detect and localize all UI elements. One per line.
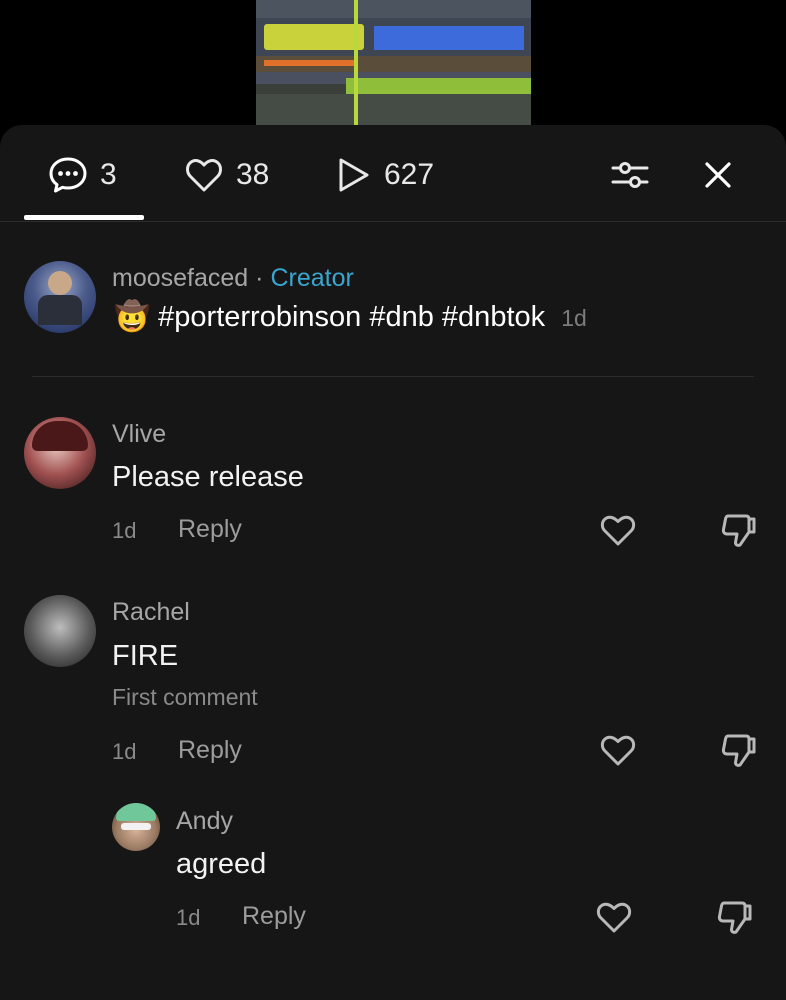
comment-dislike-button[interactable] bbox=[714, 897, 754, 937]
heart-icon bbox=[184, 155, 224, 195]
creator-caption-line: 🤠 #porterrobinson #dnb #dnbtok 1d bbox=[114, 300, 587, 334]
tab-comments[interactable]: 3 bbox=[48, 153, 117, 197]
close-button[interactable] bbox=[696, 155, 740, 199]
comment-username[interactable]: Andy bbox=[176, 807, 233, 836]
cowboy-emoji: 🤠 bbox=[114, 301, 151, 333]
filter-sliders-icon bbox=[610, 158, 650, 197]
comment-text: Please release bbox=[112, 461, 304, 493]
name-separator: · bbox=[255, 264, 264, 292]
comment-username[interactable]: Rachel bbox=[112, 598, 190, 627]
like-heart-icon bbox=[598, 735, 638, 774]
creator-username-line: moosefaced · Creator bbox=[112, 264, 354, 293]
creator-caption[interactable]: #porterrobinson #dnb #dnbtok bbox=[158, 301, 545, 333]
video-preview[interactable] bbox=[256, 0, 531, 125]
avatar-rachel[interactable] bbox=[24, 595, 96, 667]
comment-icon bbox=[48, 155, 88, 195]
comment-age: 1d bbox=[112, 518, 137, 543]
views-count: 627 bbox=[384, 158, 435, 191]
creator-badge: Creator bbox=[270, 264, 354, 292]
comment-like-button[interactable] bbox=[598, 510, 638, 550]
play-icon bbox=[336, 155, 372, 195]
comments-count: 3 bbox=[100, 158, 117, 191]
creator-username[interactable]: moosefaced bbox=[112, 264, 248, 292]
like-heart-icon bbox=[598, 515, 638, 554]
comment-text: agreed bbox=[176, 848, 267, 880]
comment-dislike-button[interactable] bbox=[718, 510, 758, 550]
divider bbox=[32, 376, 754, 377]
avatar-moosefaced[interactable] bbox=[24, 261, 96, 333]
comments-sheet: 3 38 627 moosefaced · Creator 🤠 #porterr… bbox=[0, 125, 786, 1000]
dislike-icon bbox=[714, 901, 754, 941]
comment-age: 1d bbox=[112, 739, 137, 764]
comment-like-button[interactable] bbox=[594, 897, 634, 937]
reply-button[interactable]: Reply bbox=[178, 515, 242, 544]
active-tab-indicator bbox=[24, 215, 144, 220]
stats-tabbar: 3 38 627 bbox=[0, 125, 786, 222]
dislike-icon bbox=[718, 734, 758, 774]
tab-likes[interactable]: 38 bbox=[184, 153, 269, 197]
comment-dislike-button[interactable] bbox=[718, 730, 758, 770]
reply-button[interactable]: Reply bbox=[242, 902, 306, 931]
comment-like-button[interactable] bbox=[598, 730, 638, 770]
comment-age: 1d bbox=[176, 905, 201, 930]
like-heart-icon bbox=[594, 902, 634, 941]
avatar-vlive[interactable] bbox=[24, 417, 96, 489]
comment-text: FIRE bbox=[112, 640, 179, 672]
avatar-andy[interactable] bbox=[112, 803, 160, 851]
close-icon bbox=[703, 160, 733, 195]
dislike-icon bbox=[718, 514, 758, 554]
comment-username[interactable]: Vlive bbox=[112, 420, 166, 449]
creator-post-age: 1d bbox=[561, 305, 587, 331]
filter-button[interactable] bbox=[608, 155, 652, 199]
likes-count: 38 bbox=[236, 158, 270, 191]
reply-button[interactable]: Reply bbox=[178, 736, 242, 765]
comment-note: First comment bbox=[112, 684, 258, 710]
tab-views[interactable]: 627 bbox=[336, 153, 434, 197]
